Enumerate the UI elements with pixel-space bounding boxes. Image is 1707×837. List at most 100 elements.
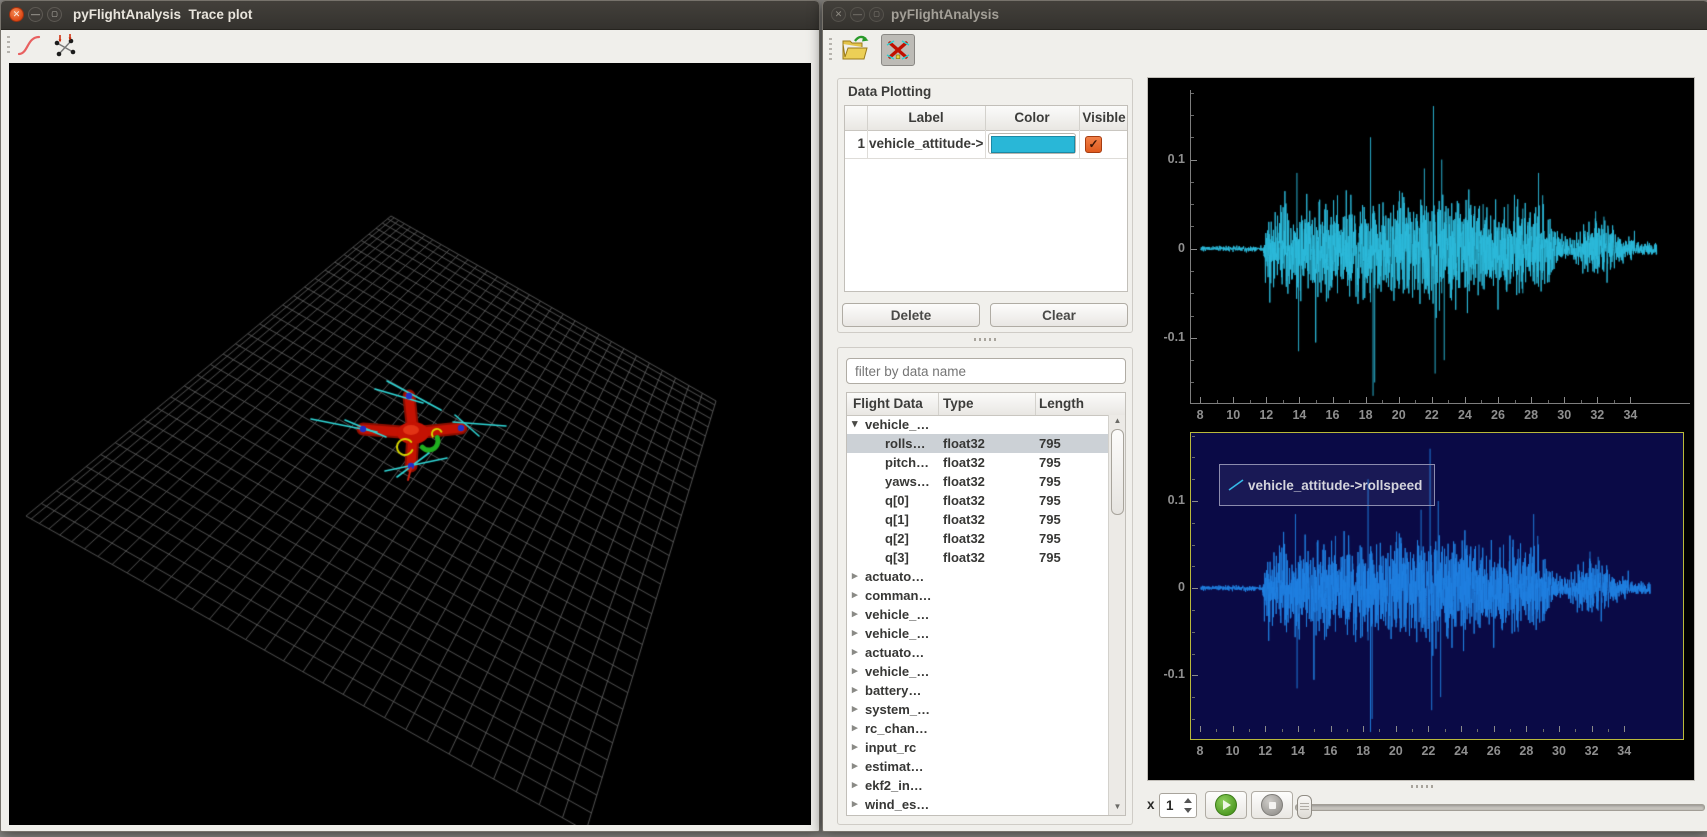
expand-arrow-icon[interactable]: ▸: [852, 643, 858, 662]
tree-item-label: pitch…: [885, 453, 929, 472]
expand-arrow-icon[interactable]: ▸: [852, 700, 858, 719]
tree-item-label: actuato…: [865, 643, 924, 662]
stop-button[interactable]: [1251, 791, 1293, 819]
maximize-button[interactable]: ▢: [47, 7, 62, 22]
tree-item[interactable]: ▸system_…: [847, 700, 1108, 719]
tree-item[interactable]: ▸estimat…: [847, 757, 1108, 776]
tick-mark: [1282, 729, 1283, 732]
expand-arrow-icon[interactable]: ▸: [852, 719, 858, 738]
tree-item[interactable]: q[1]float32795: [847, 510, 1108, 529]
tree-item[interactable]: pitch…float32795: [847, 453, 1108, 472]
tree-item[interactable]: q[3]float32795: [847, 548, 1108, 567]
color-picker-button[interactable]: [988, 133, 1076, 154]
curve-label[interactable]: vehicle_attitude->rollspeed: [869, 130, 983, 158]
expand-arrow-icon[interactable]: ▸: [852, 624, 858, 643]
drone-trace-icon[interactable]: [51, 32, 79, 60]
tick-mark: [1559, 726, 1560, 732]
spin-down-arrow[interactable]: [1184, 808, 1192, 813]
flight-data-tree[interactable]: ▾vehicle_…rolls…float32795pitch…float327…: [847, 415, 1108, 816]
close-button[interactable]: ✕: [9, 7, 24, 22]
tree-item[interactable]: ▸actuato…: [847, 567, 1108, 586]
expand-arrow-icon[interactable]: ▸: [852, 776, 858, 795]
trace-window-titlebar[interactable]: ✕ — ▢ pyFlightAnalysis Trace plot: [1, 1, 819, 30]
collapse-arrow-icon[interactable]: ▾: [852, 415, 858, 434]
expand-arrow-icon[interactable]: ▸: [852, 605, 858, 624]
curve-row[interactable]: 1 vehicle_attitude->rollspeed ✓: [845, 130, 1127, 159]
flight-data-table[interactable]: Flight Data Type Length ▾vehicle_…rolls……: [846, 392, 1126, 816]
tick-mark: [1366, 397, 1367, 403]
tick-label: 18: [1349, 744, 1377, 760]
play-button[interactable]: [1205, 791, 1247, 819]
expand-arrow-icon[interactable]: ▸: [852, 795, 858, 814]
expand-arrow-icon[interactable]: ▸: [852, 738, 858, 757]
tick-label: 0: [1151, 580, 1185, 596]
flight-data-header[interactable]: Flight Data Type Length: [847, 393, 1125, 416]
expand-arrow-icon[interactable]: ▸: [852, 567, 858, 586]
tree-item[interactable]: yaws…float32795: [847, 472, 1108, 491]
panel-splitter[interactable]: [974, 338, 996, 341]
spin-up-arrow[interactable]: [1184, 798, 1192, 803]
toolbar-grip[interactable]: [829, 38, 832, 60]
delete-button[interactable]: Delete: [842, 303, 980, 327]
plotted-curves-table[interactable]: Label Color Visible 1 vehicle_attitude->…: [844, 105, 1128, 292]
tree-scrollbar[interactable]: ▲ ▼: [1108, 415, 1126, 815]
tree-item[interactable]: ▸comman…: [847, 586, 1108, 605]
column-visible[interactable]: Visible: [1079, 106, 1128, 130]
open-log-icon[interactable]: [839, 34, 871, 64]
speed-spinbox[interactable]: 1: [1159, 793, 1197, 818]
tick-mark: [1564, 397, 1565, 403]
trace-3d-view[interactable]: [9, 63, 811, 825]
column-flight-data[interactable]: Flight Data: [853, 393, 923, 415]
tick-mark: [1191, 204, 1194, 205]
minimize-button[interactable]: —: [28, 7, 43, 22]
column-type[interactable]: Type: [943, 393, 974, 415]
tree-item[interactable]: ▸rc_chan…: [847, 719, 1108, 738]
minimize-button[interactable]: —: [850, 7, 865, 22]
tick-mark: [1216, 729, 1217, 732]
tree-item[interactable]: ▸vehicle_…: [847, 624, 1108, 643]
expand-arrow-icon[interactable]: ▸: [852, 662, 858, 681]
expand-arrow-icon[interactable]: ▸: [852, 586, 858, 605]
plotted-curves-header[interactable]: Label Color Visible: [845, 106, 1127, 131]
tree-item[interactable]: ▸ actuato…: [847, 643, 1108, 662]
column-length[interactable]: Length: [1039, 393, 1084, 415]
tree-item[interactable]: rolls…float32795: [847, 434, 1108, 453]
plot-legend[interactable]: vehicle_attitude->rollspeed: [1219, 464, 1435, 506]
maximize-button[interactable]: ▢: [869, 7, 884, 22]
tree-item[interactable]: q[0]float32795: [847, 491, 1108, 510]
curve-plot-icon[interactable]: [15, 32, 43, 60]
column-label[interactable]: Label: [867, 106, 985, 130]
drone-tool-icon[interactable]: [881, 34, 915, 66]
plot-panel[interactable]: vehicle_attitude->rollspeed 810121416182…: [1147, 77, 1695, 781]
expand-arrow-icon[interactable]: ▸: [852, 814, 858, 816]
plot-splitter[interactable]: [1411, 785, 1433, 788]
scroll-up-arrow[interactable]: ▲: [1109, 415, 1126, 427]
time-slider-track[interactable]: [1295, 804, 1705, 811]
close-button[interactable]: ✕: [831, 7, 846, 22]
toolbar-grip[interactable]: [7, 36, 10, 56]
top-plot-curve[interactable]: [1191, 90, 1690, 403]
column-color[interactable]: Color: [985, 106, 1079, 130]
analysis-window-titlebar[interactable]: ✕ — ▢ pyFlightAnalysis: [823, 1, 1707, 30]
expand-arrow-icon[interactable]: ▸: [852, 681, 858, 700]
tree-item[interactable]: q[2]float32795: [847, 529, 1108, 548]
tree-item[interactable]: ▸vehicle_…: [847, 814, 1108, 816]
time-slider-handle[interactable]: [1297, 795, 1312, 819]
tick-mark: [1543, 729, 1544, 732]
scrollbar-thumb[interactable]: [1111, 429, 1124, 515]
clear-button[interactable]: Clear: [990, 303, 1128, 327]
expand-arrow-icon[interactable]: ▸: [852, 757, 858, 776]
tree-item[interactable]: ▸vehicle_…: [847, 605, 1108, 624]
tree-item[interactable]: ▸battery…: [847, 681, 1108, 700]
tree-item[interactable]: ▾vehicle_…: [847, 415, 1108, 434]
color-swatch[interactable]: [991, 136, 1075, 153]
legend-label: vehicle_attitude->rollspeed: [1248, 478, 1422, 493]
trace-3d-canvas[interactable]: [9, 63, 811, 825]
scroll-down-arrow[interactable]: ▼: [1109, 801, 1126, 813]
tree-item[interactable]: ▸input_rc: [847, 738, 1108, 757]
tree-item[interactable]: ▸ekf2_in…: [847, 776, 1108, 795]
visible-checkbox[interactable]: ✓: [1085, 136, 1102, 153]
filter-input[interactable]: [846, 358, 1126, 384]
tree-item[interactable]: ▸wind_es…: [847, 795, 1108, 814]
tree-item[interactable]: ▸vehicle_…: [847, 662, 1108, 681]
